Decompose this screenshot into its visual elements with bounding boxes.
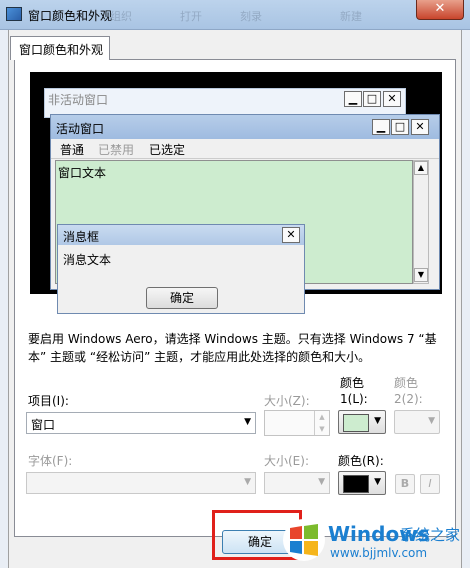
toolbar-item[interactable]: 打开	[180, 8, 202, 24]
watermark-cn: 系统之家	[400, 526, 461, 544]
watermark-url: www.bjjmlv.com	[330, 546, 428, 560]
menu-item-selected[interactable]: 已选定	[149, 141, 185, 158]
font-color-label: 颜色(R):	[338, 454, 384, 468]
window-icon	[6, 7, 22, 21]
chevron-down-icon: ▼	[374, 416, 381, 426]
toolbar-item[interactable]: 组织	[110, 8, 132, 24]
font-color-button[interactable]: ▼	[338, 471, 386, 495]
bold-button[interactable]: B	[395, 474, 415, 494]
windows-logo-icon	[283, 519, 325, 561]
chevron-down-icon: ▼	[374, 477, 381, 487]
font-size-label: 大小(E):	[264, 454, 309, 468]
size-label: 大小(Z):	[264, 394, 310, 408]
font-select[interactable]: ▼	[26, 472, 256, 494]
menu-item-normal[interactable]: 普通	[60, 141, 84, 158]
active-window-title: 活动窗口	[56, 122, 105, 136]
message-box-text: 消息文本	[63, 253, 112, 267]
item-label: 项目(I):	[28, 394, 69, 408]
italic-button[interactable]: I	[420, 474, 440, 494]
font-label: 字体(F):	[28, 454, 73, 468]
tab-window-color[interactable]: 窗口颜色和外观	[10, 36, 110, 60]
toolbar-item[interactable]: 刻录	[240, 8, 262, 24]
minimize-icon: ▁	[372, 119, 390, 135]
scroll-down-icon[interactable]: ▼	[414, 268, 428, 282]
preview-scrollbar[interactable]	[413, 160, 429, 284]
close-icon: ✕	[411, 119, 429, 135]
font-color-swatch	[343, 475, 369, 493]
close-icon: ✕	[282, 227, 300, 243]
scroll-up-icon[interactable]: ▲	[414, 161, 428, 175]
close-icon: ✕	[383, 91, 401, 107]
maximize-icon: □	[391, 119, 409, 135]
minimize-icon: ▁	[344, 91, 362, 107]
color1-swatch	[343, 414, 369, 432]
inactive-window-title: 非活动窗口	[48, 93, 109, 107]
chevron-down-icon: ▼	[244, 477, 251, 487]
aero-description: 要启用 Windows Aero，请选择 Windows 主题。只有选择 Win…	[28, 332, 437, 364]
menu-item-disabled[interactable]: 已禁用	[98, 141, 134, 158]
item-select-value: 窗口	[31, 418, 56, 432]
color1-button[interactable]: ▼	[338, 410, 386, 434]
spin-down-icon: ▼	[314, 423, 329, 435]
message-box-ok-button[interactable]: 确定	[146, 287, 218, 309]
color1-label-line2: 1(L):	[340, 392, 368, 406]
message-box-title: 消息框	[63, 230, 100, 244]
chevron-down-icon: ▼	[244, 417, 251, 427]
window-close-button[interactable]: ✕	[416, 0, 464, 20]
window-text: 窗口文本	[58, 166, 107, 180]
maximize-icon: □	[363, 91, 381, 107]
font-size-select[interactable]: ▼	[264, 472, 330, 494]
window-title: 窗口颜色和外观	[28, 9, 113, 23]
chevron-down-icon: ▼	[318, 477, 325, 487]
item-select[interactable]: 窗口 ▼	[26, 412, 256, 434]
color2-label-line2: 2(2):	[394, 392, 423, 406]
color2-label-line1: 颜色	[394, 376, 419, 390]
chevron-down-icon: ▼	[428, 416, 435, 426]
color2-button[interactable]: ▼	[394, 410, 440, 434]
color1-label-line1: 颜色	[340, 376, 365, 390]
spin-up-icon: ▲	[314, 411, 329, 423]
size-spinner[interactable]: ▲ ▼	[264, 410, 330, 436]
toolbar-item[interactable]: 新建	[340, 8, 362, 24]
